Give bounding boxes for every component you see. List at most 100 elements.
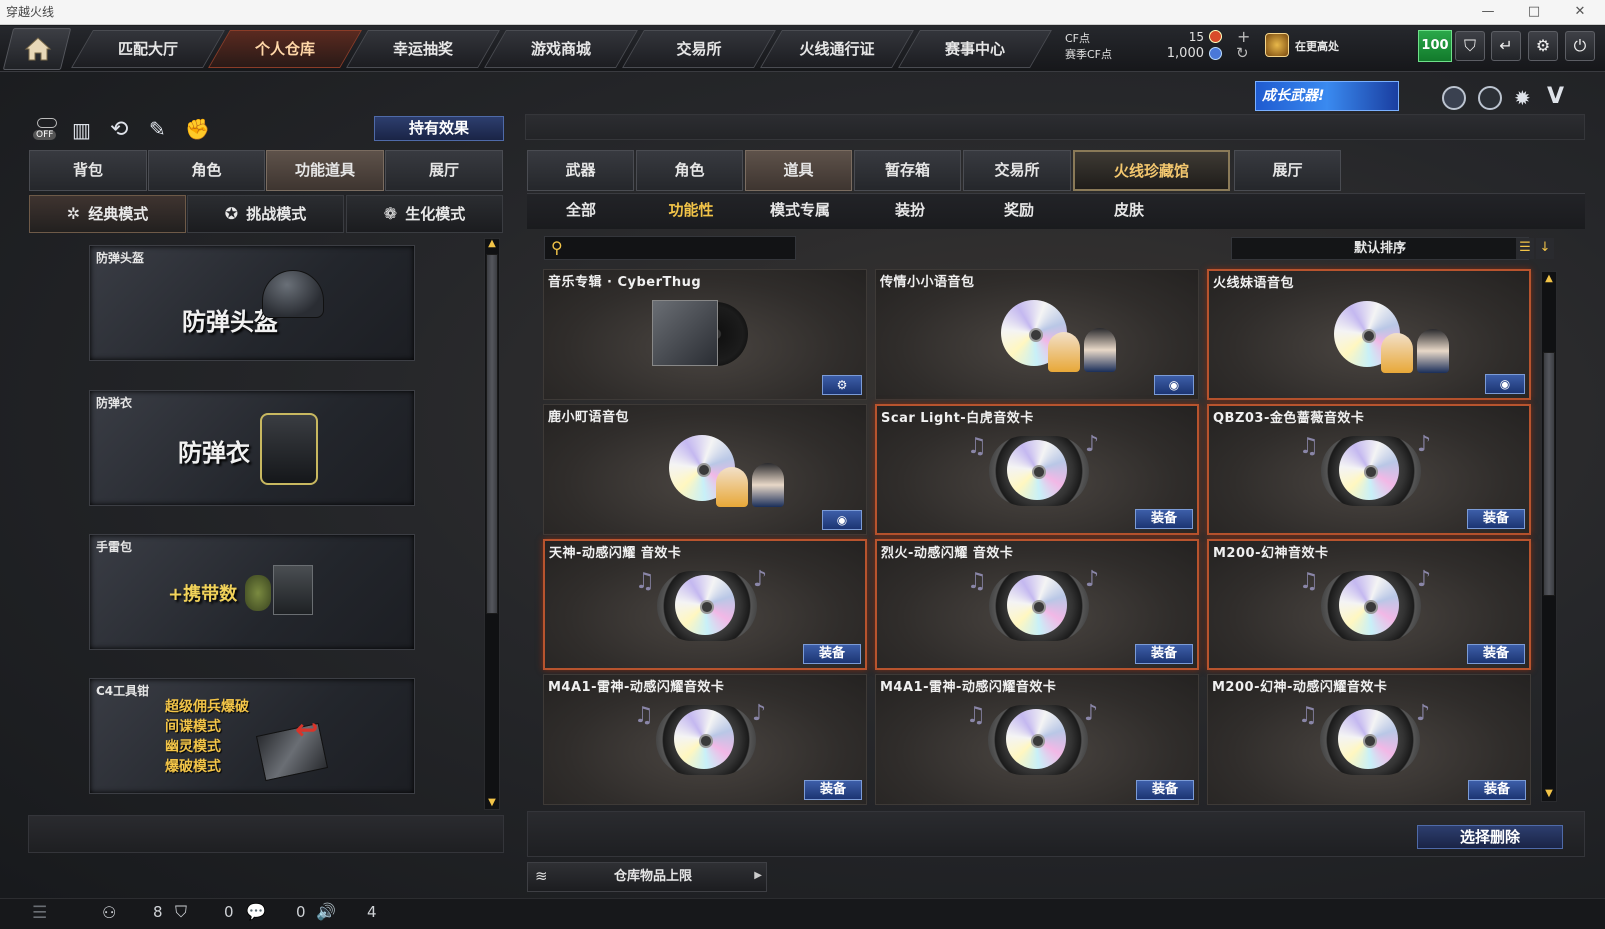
sub-tab-4[interactable]: 装扮 xyxy=(865,194,955,226)
item-card[interactable]: 传情小小语音包 ◉ xyxy=(875,269,1199,400)
gear-icon[interactable]: ⚙ xyxy=(1528,31,1558,61)
select-delete-button[interactable]: 选择删除 xyxy=(1417,825,1563,849)
play-voice-button[interactable]: ◉ xyxy=(1154,375,1194,395)
right-tab-6[interactable]: 火线珍藏馆 xyxy=(1073,150,1230,191)
maximize-button[interactable]: □ xyxy=(1516,0,1552,25)
right-tab-3[interactable]: 道具 xyxy=(745,150,852,191)
left-tab-3[interactable]: 功能道具 xyxy=(266,150,384,191)
sub-tab-2[interactable]: 功能性 xyxy=(646,194,736,226)
equip-button[interactable]: 装备 xyxy=(1467,509,1525,529)
nav-tab-3[interactable]: 幸运抽奖 xyxy=(357,30,489,68)
right-tab-5[interactable]: 交易所 xyxy=(963,150,1071,191)
level-badge[interactable]: 100 xyxy=(1418,30,1452,62)
growth-weapon-banner[interactable]: 成长武器! xyxy=(1255,81,1399,111)
left-tab-2[interactable]: 角色 xyxy=(148,150,265,191)
friends-icon[interactable]: ⚇ xyxy=(102,903,116,922)
storage-limit-bar[interactable]: ≋ 仓库物品上限 ▶ xyxy=(527,862,767,892)
sub-tab-1[interactable]: 全部 xyxy=(536,194,626,226)
expand-arrow-icon[interactable]: ▶ xyxy=(754,870,762,881)
search-input[interactable] xyxy=(573,239,789,257)
mode-button-2[interactable]: ✪ 挑战模式 xyxy=(187,195,344,233)
item-card[interactable]: 天神-动感闪耀 音效卡 ♫ ♪ 装备 xyxy=(543,539,867,670)
equip-button[interactable]: 装备 xyxy=(803,644,861,664)
left-scroll-thumb[interactable] xyxy=(486,254,498,614)
music-note-icon: ♪ xyxy=(1417,432,1432,457)
play-voice-button[interactable]: ◉ xyxy=(1485,374,1525,394)
sort-dropdown[interactable]: 默认排序 xyxy=(1231,237,1529,260)
right-tab-1[interactable]: 武器 xyxy=(527,150,634,191)
toggle-off-icon[interactable]: OFF xyxy=(33,118,61,142)
equip-button[interactable]: 装备 xyxy=(1468,780,1526,800)
mode-button-1[interactable]: ✲ 经典模式 xyxy=(29,195,186,233)
nav-tab-2[interactable]: 个人仓库 xyxy=(219,30,351,68)
left-tab-1[interactable]: 背包 xyxy=(29,150,147,191)
toggle-off-label: OFF xyxy=(33,130,57,140)
item-card[interactable]: 烈火-动感闪耀 音效卡 ♫ ♪ 装备 xyxy=(875,539,1199,670)
left-scroll-up-icon[interactable]: ▲ xyxy=(484,238,500,249)
settings-button[interactable]: ⚙ xyxy=(822,375,862,395)
left-item-helmet[interactable]: 防弹头盔 防弹头盔 xyxy=(89,245,415,361)
equip-button[interactable]: 装备 xyxy=(1467,644,1525,664)
mode-button-3[interactable]: ❁ 生化模式 xyxy=(346,195,503,233)
right-tab-2[interactable]: 角色 xyxy=(636,150,743,191)
nav-tab-6[interactable]: 火线通行证 xyxy=(771,30,903,68)
right-tab-7[interactable]: 展厅 xyxy=(1234,150,1341,191)
right-scroll-up-icon[interactable]: ▲ xyxy=(1541,273,1557,284)
grenade-icon[interactable]: ✊ xyxy=(185,117,210,141)
sub-tab-3[interactable]: 模式专属 xyxy=(755,194,845,226)
power-icon[interactable]: ⏻ xyxy=(1565,31,1595,61)
sort-direction-icon[interactable]: ↓ xyxy=(1536,238,1554,259)
minimize-button[interactable]: — xyxy=(1470,0,1506,25)
chat-count: 0 xyxy=(296,903,306,921)
nav-tab-4[interactable]: 游戏商城 xyxy=(495,30,627,68)
play-voice-button[interactable]: ◉ xyxy=(822,510,862,530)
spray-icon[interactable]: ✎ xyxy=(149,117,166,141)
sub-tab-6[interactable]: 皮肤 xyxy=(1084,194,1174,226)
item-card[interactable]: M4A1-雷神-动感闪耀音效卡 ♫ ♪ 装备 xyxy=(875,674,1199,805)
badge-icon[interactable]: ✹ xyxy=(1514,86,1531,110)
right-scroll-thumb[interactable] xyxy=(1543,352,1555,596)
nav-tab-1[interactable]: 匹配大厅 xyxy=(82,30,214,68)
left-item-vest[interactable]: 防弹衣 防弹衣 xyxy=(89,390,415,506)
equip-button[interactable]: 装备 xyxy=(1135,644,1193,664)
history-icon[interactable]: ⟲ xyxy=(110,117,128,142)
refresh-icon[interactable]: ↻ xyxy=(1236,44,1249,62)
mode-label: 挑战模式 xyxy=(246,205,307,223)
cd-disc-icon xyxy=(1007,575,1067,635)
left-scroll-down-icon[interactable]: ▼ xyxy=(484,797,500,808)
equip-button[interactable]: 装备 xyxy=(1136,780,1194,800)
menu-list-icon[interactable]: ☰ xyxy=(32,903,47,923)
chat-bubble-icon[interactable]: 💬 xyxy=(246,902,266,921)
exit-room-icon[interactable]: ↵ xyxy=(1491,31,1521,61)
item-card[interactable]: M200-幻神-动感闪耀音效卡 ♫ ♪ 装备 xyxy=(1207,674,1531,805)
left-tab-4[interactable]: 展厅 xyxy=(385,150,503,191)
nav-tab-7[interactable]: 赛事中心 xyxy=(909,30,1041,68)
item-card[interactable]: M200-幻神音效卡 ♫ ♪ 装备 xyxy=(1207,539,1531,670)
search-box[interactable]: ⚲ xyxy=(544,236,796,260)
nav-tab-5[interactable]: 交易所 xyxy=(633,30,765,68)
sub-tab-5[interactable]: 奖励 xyxy=(974,194,1064,226)
right-tab-4[interactable]: 暂存箱 xyxy=(854,150,961,191)
globe-icon[interactable] xyxy=(1478,86,1502,110)
left-item-grenade-pack[interactable]: 手雷包 +携带数 xyxy=(89,534,415,650)
speaker-icon[interactable]: 🔊 xyxy=(316,902,336,921)
equip-button[interactable]: 装备 xyxy=(804,780,862,800)
item-card[interactable]: QBZ03-金色蔷薇音效卡 ♫ ♪ 装备 xyxy=(1207,404,1531,535)
item-card[interactable]: M4A1-雷神-动感闪耀音效卡 ♫ ♪ 装备 xyxy=(543,674,867,805)
left-item-c4-pliers[interactable]: C4工具钳 超级佣兵爆破 间谍模式 幽灵模式 爆破模式 ↩ xyxy=(89,678,415,794)
item-card[interactable]: 音乐专辑 · CyberThug ⚙ xyxy=(543,269,867,400)
emblem-icon[interactable] xyxy=(1442,86,1466,110)
character-icon xyxy=(1084,328,1116,372)
item-card[interactable]: 火线妹语音包 ◉ xyxy=(1207,269,1531,400)
stats-icon[interactable]: ▥ xyxy=(72,118,91,142)
list-view-icon[interactable]: ☰ xyxy=(1516,238,1534,259)
held-effects-button[interactable]: 持有效果 xyxy=(374,116,504,141)
item-card[interactable]: Scar Light-白虎音效卡 ♫ ♪ 装备 xyxy=(875,404,1199,535)
clan-shield-icon[interactable]: ⛉ xyxy=(175,902,187,922)
v-icon[interactable]: V xyxy=(1547,84,1564,109)
equip-button[interactable]: 装备 xyxy=(1135,509,1193,529)
shield-icon[interactable]: ⛉ xyxy=(1455,31,1485,61)
right-scroll-down-icon[interactable]: ▼ xyxy=(1541,788,1557,799)
close-button[interactable]: ✕ xyxy=(1562,0,1598,25)
item-card[interactable]: 鹿小町语音包 ◉ xyxy=(543,404,867,535)
